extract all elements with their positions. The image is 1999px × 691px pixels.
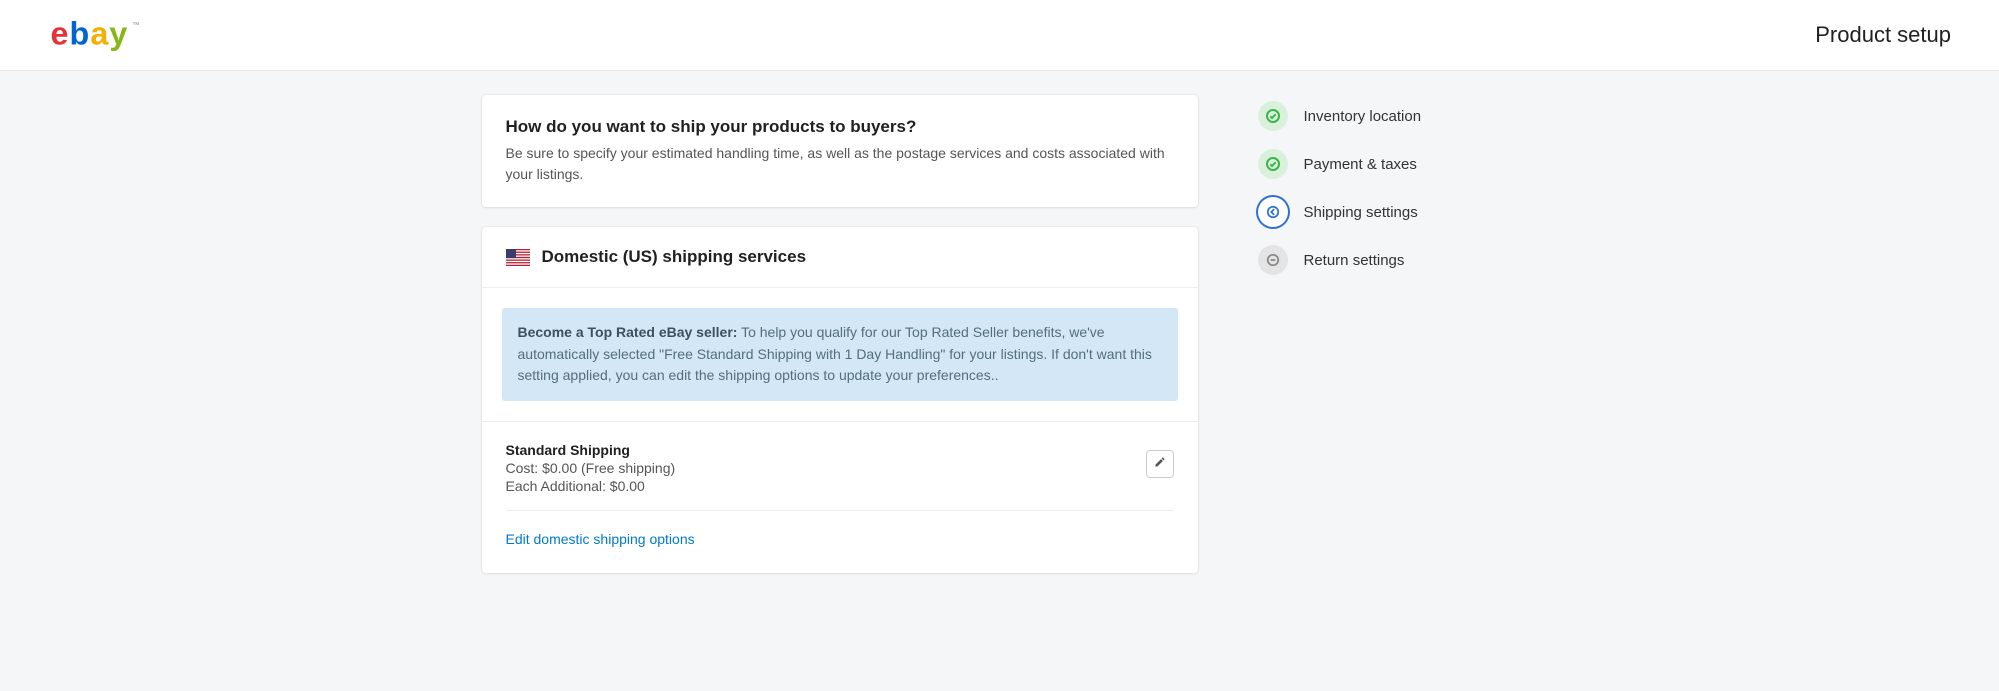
step-label: Shipping settings bbox=[1304, 204, 1418, 221]
shipping-cost: Cost: $0.00 (Free shipping) bbox=[506, 460, 676, 476]
us-flag-icon bbox=[506, 249, 530, 266]
shipping-name: Standard Shipping bbox=[506, 442, 676, 458]
svg-text:a: a bbox=[90, 16, 109, 52]
progress-sidebar: Inventory location Payment & taxes bbox=[1258, 95, 1518, 593]
shipping-option-row: Standard Shipping Cost: $0.00 (Free ship… bbox=[506, 442, 1174, 511]
section-header: Domestic (US) shipping services bbox=[482, 227, 1198, 288]
section-title: Domestic (US) shipping services bbox=[542, 247, 807, 267]
step-label: Payment & taxes bbox=[1304, 156, 1417, 173]
checkmark-icon bbox=[1258, 101, 1288, 131]
pencil-icon bbox=[1154, 455, 1166, 473]
step-label: Inventory location bbox=[1304, 108, 1422, 125]
intro-title: How do you want to ship your products to… bbox=[506, 117, 1174, 137]
intro-description: Be sure to specify your estimated handli… bbox=[506, 143, 1174, 185]
page-body: How do you want to ship your products to… bbox=[0, 71, 1999, 691]
step-return-settings[interactable]: Return settings bbox=[1258, 245, 1518, 275]
page-title: Product setup bbox=[1815, 22, 1951, 48]
svg-text:™: ™ bbox=[132, 20, 140, 29]
svg-text:y: y bbox=[109, 16, 127, 52]
step-inventory-location[interactable]: Inventory location bbox=[1258, 101, 1518, 131]
main-column: How do you want to ship your products to… bbox=[482, 95, 1198, 593]
app-header: e b a y ™ Product setup bbox=[0, 0, 1999, 71]
step-payment-taxes[interactable]: Payment & taxes bbox=[1258, 149, 1518, 179]
svg-text:b: b bbox=[70, 16, 90, 52]
intro-card: How do you want to ship your products to… bbox=[482, 95, 1198, 207]
shipping-additional: Each Additional: $0.00 bbox=[506, 478, 676, 494]
info-banner: Become a Top Rated eBay seller: To help … bbox=[502, 308, 1178, 401]
ebay-logo[interactable]: e b a y ™ bbox=[48, 16, 148, 54]
edit-shipping-button[interactable] bbox=[1146, 450, 1174, 478]
chevron-left-icon bbox=[1258, 197, 1288, 227]
minus-icon bbox=[1258, 245, 1288, 275]
step-shipping-settings[interactable]: Shipping settings bbox=[1258, 197, 1518, 227]
svg-text:e: e bbox=[51, 16, 69, 52]
shipping-card: Domestic (US) shipping services Become a… bbox=[482, 227, 1198, 573]
checkmark-icon bbox=[1258, 149, 1288, 179]
edit-domestic-link[interactable]: Edit domestic shipping options bbox=[506, 531, 695, 547]
info-banner-prefix: Become a Top Rated eBay seller: bbox=[518, 324, 738, 340]
step-label: Return settings bbox=[1304, 252, 1405, 269]
